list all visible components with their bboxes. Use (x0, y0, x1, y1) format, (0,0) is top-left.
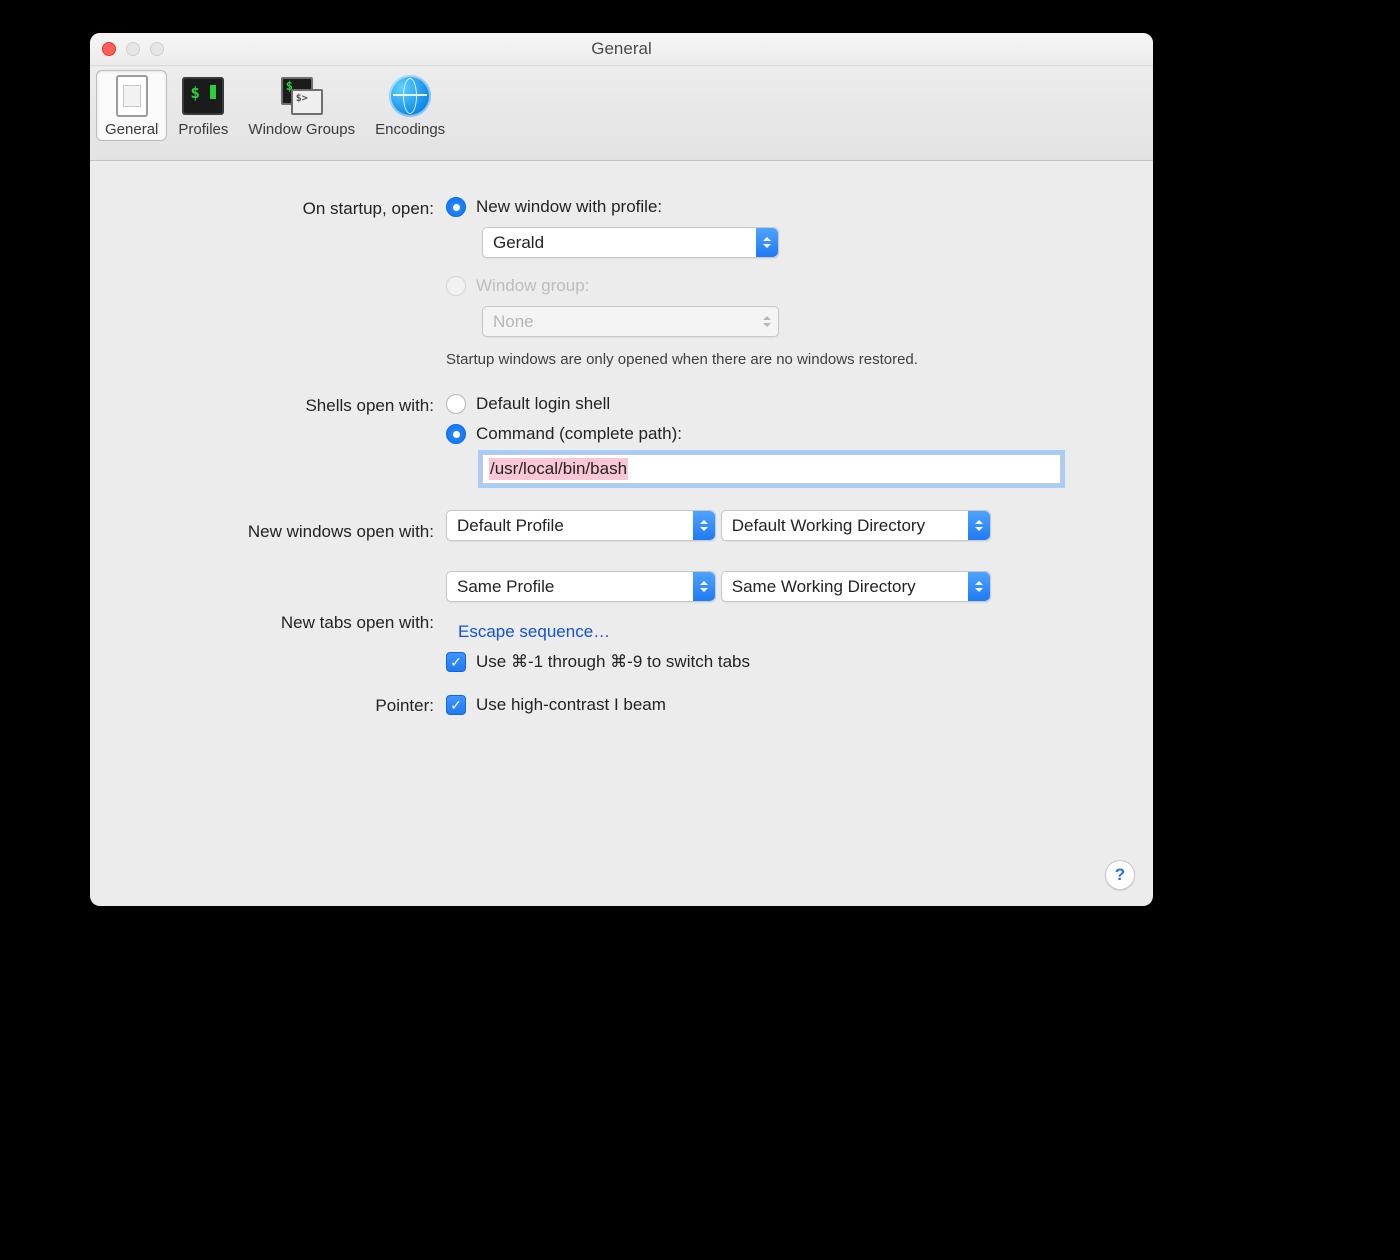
pointer-label: Pointer: (144, 694, 446, 716)
new-tabs-profile-popup[interactable]: Same Profile (446, 571, 716, 602)
chevron-updown-icon (756, 228, 778, 257)
escape-sequence-link[interactable]: Escape sequence… (458, 622, 610, 641)
chevron-updown-icon (693, 572, 715, 601)
radio-window-group[interactable] (446, 276, 466, 296)
new-tabs-label: New tabs open with: (144, 611, 446, 633)
new-windows-label: New windows open with: (144, 520, 446, 542)
shells-label: Shells open with: (144, 394, 446, 416)
popup-value: Same Profile (447, 577, 693, 597)
chevron-updown-icon (968, 511, 990, 540)
checkbox-label: Use high-contrast I beam (476, 695, 666, 715)
tab-general[interactable]: General (96, 70, 167, 141)
encodings-icon (389, 75, 431, 117)
radio-command-path[interactable] (446, 424, 466, 444)
popup-value: Same Working Directory (722, 577, 968, 597)
popup-value: None (483, 312, 756, 332)
prefs-toolbar: General Profiles Window Groups Encodings (90, 66, 1153, 161)
radio-label: Default login shell (476, 394, 610, 414)
startup-window-group-popup: None (482, 306, 779, 337)
radio-label: New window with profile: (476, 197, 662, 217)
popup-value: Default Profile (447, 516, 693, 536)
chevron-updown-icon (756, 307, 778, 336)
new-tabs-dir-popup[interactable]: Same Working Directory (721, 571, 991, 602)
checkbox-label: Use ⌘-1 through ⌘-9 to switch tabs (476, 652, 750, 672)
radio-label: Window group: (476, 276, 589, 296)
general-icon (111, 75, 153, 117)
popup-value: Gerald (483, 233, 756, 253)
tab-profiles[interactable]: Profiles (169, 70, 237, 141)
radio-label: Command (complete path): (476, 424, 682, 444)
startup-label: On startup, open: (144, 197, 446, 219)
startup-profile-popup[interactable]: Gerald (482, 227, 779, 258)
popup-value: Default Working Directory (722, 516, 968, 536)
tab-label: Window Groups (248, 121, 355, 138)
preferences-window: General General Profiles Window Groups E… (90, 33, 1153, 906)
tab-encodings[interactable]: Encodings (366, 70, 454, 141)
window-title: General (90, 39, 1153, 59)
shell-command-input[interactable]: /usr/local/bin/bash (482, 454, 1061, 484)
general-pane: On startup, open: New window with profil… (90, 161, 1153, 746)
titlebar: General (90, 33, 1153, 66)
tab-window-groups[interactable]: Window Groups (239, 70, 364, 141)
chevron-updown-icon (693, 511, 715, 540)
radio-default-login-shell[interactable] (446, 394, 466, 414)
profiles-icon (182, 75, 224, 117)
window-groups-icon (281, 75, 323, 117)
startup-note: Startup windows are only opened when the… (446, 351, 1099, 368)
tab-label: General (105, 121, 158, 138)
new-windows-dir-popup[interactable]: Default Working Directory (721, 510, 991, 541)
new-windows-profile-popup[interactable]: Default Profile (446, 510, 716, 541)
help-button[interactable]: ? (1105, 860, 1135, 890)
radio-new-window-with-profile[interactable] (446, 197, 466, 217)
input-value: /usr/local/bin/bash (489, 458, 628, 480)
tab-label: Encodings (375, 121, 445, 138)
checkbox-cmd-switch-tabs[interactable]: ✓ (446, 652, 466, 672)
help-icon: ? (1115, 865, 1125, 885)
tab-label: Profiles (178, 121, 228, 138)
chevron-updown-icon (968, 572, 990, 601)
checkbox-high-contrast-ibeam[interactable]: ✓ (446, 695, 466, 715)
